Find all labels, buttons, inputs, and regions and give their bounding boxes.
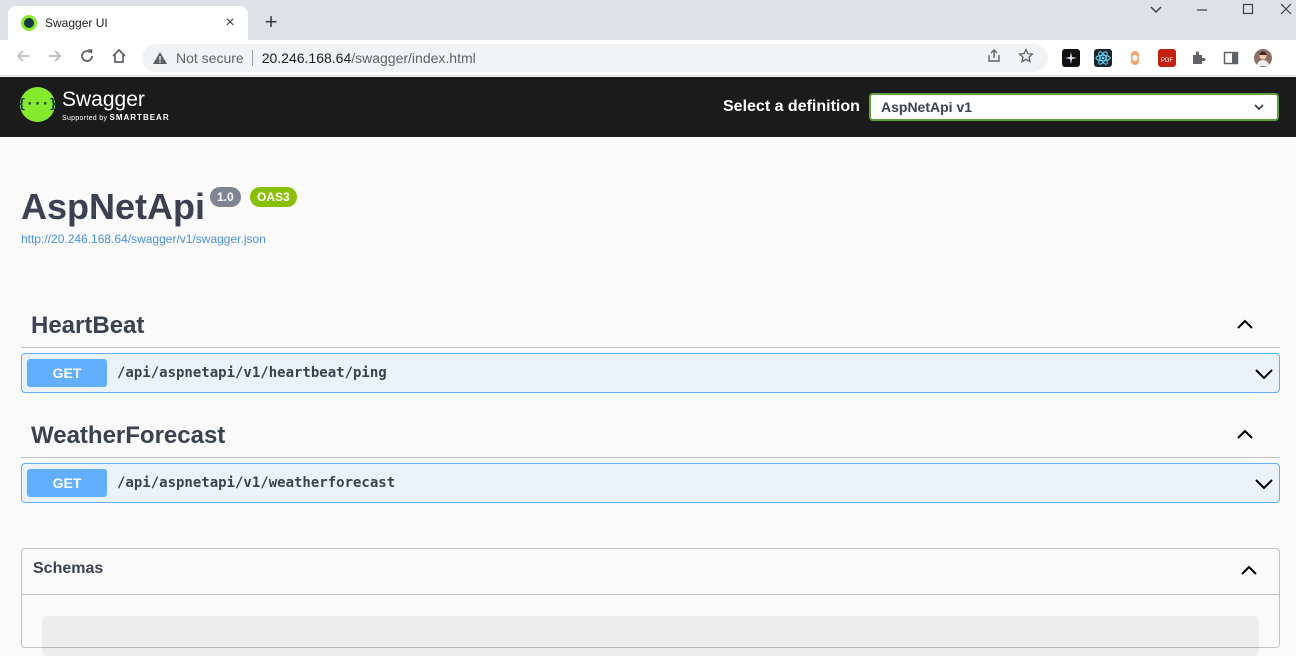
pdf-extension-icon[interactable]: PDF — [1158, 49, 1176, 67]
select-definition-label: Select a definition — [723, 98, 860, 115]
reload-icon[interactable] — [76, 47, 98, 69]
extension-capsule-icon[interactable] — [1126, 49, 1144, 67]
omnibox-divider — [251, 50, 253, 66]
extensions-puzzle-icon[interactable] — [1190, 49, 1208, 67]
chevron-up-icon[interactable] — [1239, 561, 1259, 581]
new-tab-button[interactable]: + — [258, 9, 284, 35]
close-window-icon[interactable] — [1276, 2, 1296, 24]
schemas-title: Schemas — [33, 560, 104, 577]
operation-path: /api/aspnetapi/v1/heartbeat/ping — [117, 365, 387, 381]
supported-by-text: Supported by — [62, 114, 108, 122]
smartbear-text: SMARTBEAR — [109, 112, 170, 122]
swagger-logo-text: Swagger Supported by SMARTBEAR — [62, 88, 170, 122]
warning-icon[interactable] — [152, 50, 168, 66]
tag-title: HeartBeat — [31, 312, 145, 339]
version-badge: 1.0 — [210, 187, 241, 207]
chevron-down-icon — [1254, 104, 1264, 111]
share-icon[interactable] — [984, 48, 1004, 68]
browser-toolbar: Not secure 20.246.168.64/swagger/index.h… — [0, 40, 1296, 76]
operation-path: /api/aspnetapi/v1/weatherforecast — [117, 475, 396, 491]
schemas-header[interactable]: Schemas — [22, 549, 1279, 595]
swagger-favicon-icon — [21, 15, 37, 31]
not-secure-label[interactable]: Not secure — [176, 50, 244, 66]
minimize-icon[interactable] — [1187, 2, 1217, 24]
tab-title: Swagger UI — [45, 16, 108, 30]
swagger-logo-title: Swagger — [62, 87, 145, 111]
method-badge: GET — [27, 469, 107, 497]
url-text[interactable]: 20.246.168.64/swagger/index.html — [262, 50, 984, 66]
api-title: AspNetApi — [21, 186, 206, 227]
operation-get-weatherforecast[interactable]: GET /api/aspnetapi/v1/weatherforecast — [21, 463, 1280, 503]
svg-text:PDF: PDF — [1161, 58, 1173, 64]
tag-section-heartbeat[interactable]: HeartBeat — [21, 300, 1280, 348]
maximize-icon[interactable] — [1233, 2, 1263, 24]
forward-arrow-icon[interactable] — [44, 47, 66, 69]
tab-search-icon[interactable] — [1141, 2, 1171, 24]
bookmark-star-icon[interactable] — [1016, 47, 1036, 68]
browser-tab[interactable]: Swagger UI × — [8, 6, 248, 40]
definition-select-value: AspNetApi v1 — [881, 99, 973, 115]
chevron-down-icon[interactable] — [1254, 474, 1274, 494]
operation-get-heartbeat-ping[interactable]: GET /api/aspnetapi/v1/heartbeat/ping — [21, 353, 1280, 393]
tab-close-icon[interactable]: × — [222, 15, 238, 31]
react-devtools-icon[interactable] — [1094, 49, 1112, 67]
side-panel-icon[interactable] — [1222, 49, 1240, 67]
swagger-logo[interactable]: {···} Swagger Supported by SMARTBEAR — [18, 87, 170, 122]
definition-select[interactable]: AspNetApi v1 — [869, 93, 1279, 121]
browser-tab-strip: Swagger UI × + — [0, 0, 1296, 40]
home-icon[interactable] — [108, 47, 130, 69]
back-arrow-icon[interactable] — [12, 47, 34, 69]
extension-sparkle-icon[interactable] — [1062, 49, 1080, 67]
url-path: /swagger/index.html — [351, 50, 476, 66]
spec-json-link[interactable]: http://20.246.168.64/swagger/v1/swagger.… — [21, 232, 266, 246]
tag-title: WeatherForecast — [31, 422, 226, 449]
schemas-section: Schemas — [21, 548, 1280, 656]
method-badge: GET — [27, 359, 107, 387]
chevron-down-icon[interactable] — [1254, 364, 1274, 384]
address-bar[interactable]: Not secure 20.246.168.64/swagger/index.h… — [142, 44, 1048, 72]
swagger-logo-icon: {···} — [18, 87, 57, 122]
profile-avatar[interactable] — [1254, 49, 1272, 67]
url-host: 20.246.168.64 — [261, 50, 352, 66]
tag-section-weatherforecast[interactable]: WeatherForecast — [21, 410, 1280, 458]
chevron-up-icon[interactable] — [1235, 315, 1255, 335]
schema-model-container[interactable] — [42, 616, 1259, 656]
swagger-logo-sub: Supported by SMARTBEAR — [62, 113, 170, 122]
chevron-up-icon[interactable] — [1235, 425, 1255, 445]
oas-badge: OAS3 — [250, 187, 297, 207]
